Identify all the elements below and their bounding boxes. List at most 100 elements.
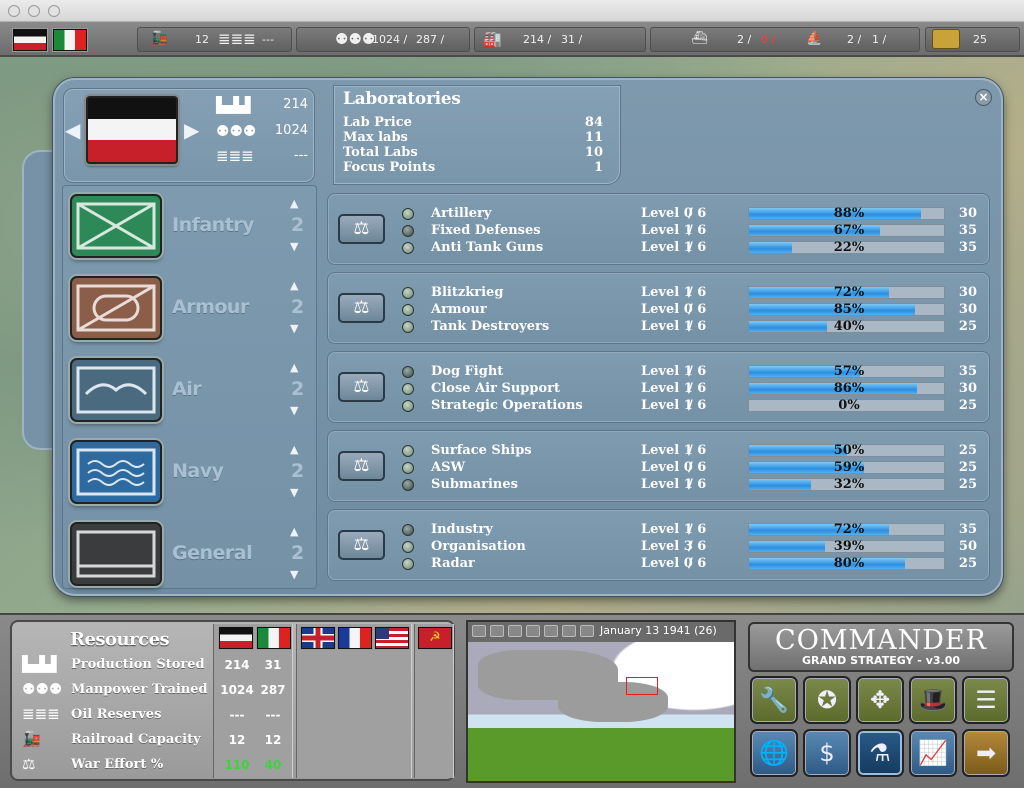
minimap-city-icon[interactable] (562, 625, 576, 637)
minimap[interactable]: January 13 1941 (26) (466, 620, 736, 783)
tech-cost: 50 (958, 539, 977, 554)
germany-flag-button[interactable] (13, 29, 47, 51)
tech-cost: 25 (958, 477, 977, 492)
tech-progress-bar: 59% (748, 460, 945, 475)
tech-progress-bar: 85% (748, 302, 945, 317)
minimap-rail-icon[interactable] (490, 625, 504, 637)
focus-scales-button[interactable]: ⚖ (338, 372, 385, 402)
general-up-arrow-icon[interactable]: ▲ (290, 525, 298, 538)
ita-manpower: 287 (260, 683, 286, 697)
tech-max-level: / 6 (688, 477, 707, 492)
armour-down-arrow-icon[interactable]: ▼ (290, 322, 298, 335)
general-category-button[interactable] (70, 522, 162, 586)
air-down-arrow-icon[interactable]: ▼ (290, 404, 298, 417)
tech-focus-radio[interactable] (402, 445, 414, 457)
end-turn-button[interactable]: ➡ (962, 729, 1010, 777)
armour-category-button[interactable] (70, 276, 162, 340)
minimap-zoom-icon[interactable] (580, 625, 594, 637)
tech-focus-radio[interactable] (402, 383, 414, 395)
factory-icon: 🏭 (483, 30, 502, 48)
transport-value-a: 2 / (847, 33, 862, 46)
tech-focus-radio[interactable] (402, 366, 414, 378)
infantry-up-arrow-icon[interactable]: ▲ (290, 197, 298, 210)
tech-focus-radio[interactable] (402, 479, 414, 491)
general-down-arrow-icon[interactable]: ▼ (290, 568, 298, 581)
minimap-supply-icon[interactable] (526, 625, 540, 637)
tech-max-level: / 6 (688, 381, 707, 396)
tech-max-level: / 6 (688, 460, 707, 475)
tech-level: Level 0 (641, 302, 693, 317)
prev-nation-arrow-icon[interactable]: ◀ (65, 118, 80, 142)
air-category-button[interactable] (70, 358, 162, 422)
tech-focus-radio[interactable] (402, 287, 414, 299)
infantry-category-button[interactable] (70, 194, 162, 258)
tech-progress-bar: 22% (748, 240, 945, 255)
zoom-window-button[interactable] (48, 5, 60, 17)
tech-progress-percent: 22% (833, 240, 865, 255)
next-nation-arrow-icon[interactable]: ▶ (184, 118, 199, 142)
minimap-filter-icon[interactable] (472, 625, 486, 637)
tech-focus-radio[interactable] (402, 225, 414, 237)
move-button[interactable]: ✥ (856, 676, 904, 724)
infantry-down-arrow-icon[interactable]: ▼ (290, 240, 298, 253)
list-button[interactable]: ☰ (962, 676, 1010, 724)
diplomacy-button[interactable]: 🎩 (909, 676, 957, 724)
italy-flag-button[interactable] (53, 29, 87, 51)
oil-value: --- (262, 33, 274, 46)
gold-value: 25 (973, 33, 987, 46)
tech-focus-radio[interactable] (402, 524, 414, 536)
globe-button[interactable]: 🌐 (750, 729, 798, 777)
navy-up-arrow-icon[interactable]: ▲ (290, 443, 298, 456)
tech-focus-radio[interactable] (402, 321, 414, 333)
tech-name: Artillery (431, 206, 492, 221)
navy-down-arrow-icon[interactable]: ▼ (290, 486, 298, 499)
tech-focus-radio[interactable] (402, 242, 414, 254)
minimap-unit-icon[interactable] (508, 625, 522, 637)
tech-progress-bar: 0% (748, 398, 945, 413)
close-panel-icon[interactable]: × (975, 89, 992, 106)
focus-scales-button[interactable]: ⚖ (338, 530, 385, 560)
tech-name: Industry (431, 522, 493, 537)
tech-focus-radio[interactable] (402, 558, 414, 570)
air-up-arrow-icon[interactable]: ▲ (290, 361, 298, 374)
tech-cost: 30 (958, 285, 977, 300)
production-stored-label: Production Stored (71, 657, 205, 672)
minimap-viewport[interactable] (626, 677, 658, 695)
resources-title: Resources (70, 629, 170, 650)
finance-button[interactable]: $ (803, 729, 851, 777)
tech-max-level: / 6 (688, 302, 707, 317)
tech-name: ASW (431, 460, 466, 475)
statistics-button[interactable]: 📈 (909, 729, 957, 777)
tech-focus-radio[interactable] (402, 400, 414, 412)
tech-focus-radio[interactable] (402, 462, 414, 474)
minimap-ship-icon[interactable] (544, 625, 558, 637)
air-label: Air (172, 378, 202, 400)
railroad-value: 12 (195, 33, 209, 46)
max-labs-row: Max labs 11 (343, 130, 603, 145)
tech-name: Armour (431, 302, 487, 317)
tech-focus-radio[interactable] (402, 304, 414, 316)
ger-production: 214 (224, 658, 250, 672)
minimize-window-button[interactable] (28, 5, 40, 17)
navy-category-button[interactable] (70, 440, 162, 504)
focus-scales-button[interactable]: ⚖ (338, 293, 385, 323)
general-count: 2 (291, 542, 305, 564)
tech-focus-radio[interactable] (402, 208, 414, 220)
focus-scales-button[interactable]: ⚖ (338, 214, 385, 244)
germany-flag (86, 96, 178, 164)
wrench-button[interactable]: 🔧 (750, 676, 798, 724)
research-button[interactable]: ⚗ (856, 729, 904, 777)
infantry-symbol-icon (76, 202, 156, 250)
gold-segment: 25 (925, 27, 1020, 52)
star-button[interactable]: ✪ (803, 676, 851, 724)
close-window-button[interactable] (8, 5, 20, 17)
tech-level: Level 1 (641, 398, 693, 413)
war-effort-label: War Effort % (71, 757, 164, 772)
tech-progress-percent: 85% (833, 302, 865, 317)
tech-level: Level 0 (641, 460, 693, 475)
armour-up-arrow-icon[interactable]: ▲ (290, 279, 298, 292)
focus-scales-button[interactable]: ⚖ (338, 451, 385, 481)
ita-production: 31 (264, 658, 282, 672)
tech-focus-radio[interactable] (402, 541, 414, 553)
top-hat-icon: 🎩 (918, 686, 948, 714)
